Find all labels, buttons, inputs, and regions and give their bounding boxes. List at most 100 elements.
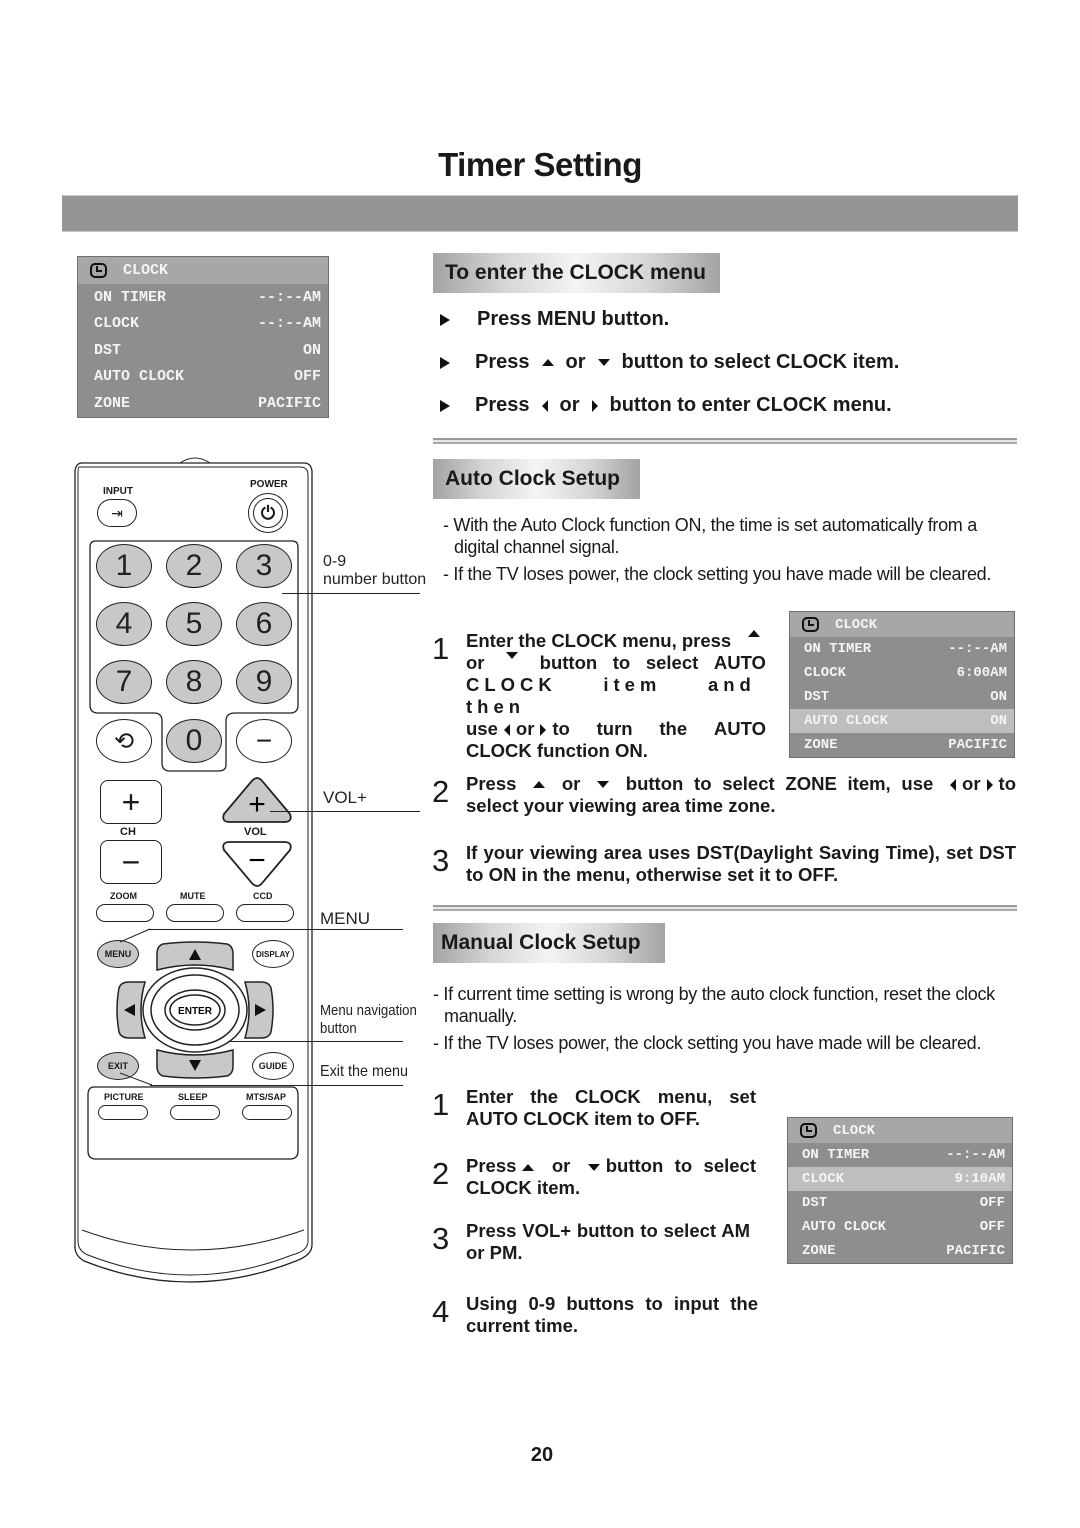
osd-clock-menu-auto: CLOCK ON TIMER --:--AM CLOCK 6:00AM DST ON AUT… (789, 611, 1015, 758)
osd-header: CLOCK (788, 1118, 1012, 1143)
osd-row-value: OFF (293, 368, 321, 386)
bullet-step: Press MENU button. (440, 308, 669, 331)
left-arrow-icon (541, 399, 548, 412)
bullet-text: Press (475, 394, 530, 416)
callout-text: Menu navigation (320, 1002, 417, 1019)
osd-menu-row: ON TIMER --:--AM (78, 284, 328, 311)
recall-button[interactable]: ⟲ (96, 719, 152, 763)
down-arrow-icon (597, 780, 610, 788)
ccd-button[interactable] (236, 904, 294, 922)
osd-header: CLOCK (78, 257, 328, 284)
digit-button-7[interactable]: 7 (96, 660, 152, 704)
osd-row-value: 9:10AM (954, 1171, 1005, 1187)
digit-button-5[interactable]: 5 (166, 602, 222, 646)
callout-text: 0-9 (323, 553, 347, 570)
note-line: - If the TV loses power, the clock setti… (443, 564, 992, 584)
osd-row-value: OFF (979, 1219, 1005, 1235)
osd-row-value: PACIFIC (946, 1243, 1005, 1259)
digit-button-1[interactable]: 1 (96, 544, 152, 588)
input-label: INPUT (103, 486, 133, 497)
note-line: - If the TV loses power, the clock setti… (433, 1033, 982, 1053)
callout-text: button (320, 1020, 357, 1037)
up-arrow-icon (748, 630, 760, 637)
vol-down-button[interactable]: − (220, 838, 294, 888)
osd-menu-row: AUTO CLOCK OFF (78, 364, 328, 391)
manual-step-2: 2 Press or button to select CLOCK item. (432, 1155, 758, 1199)
up-arrow-icon (533, 780, 546, 788)
osd-menu-row: CLOCK 9:10AM (788, 1167, 1012, 1191)
osd-header-label: CLOCK (123, 262, 169, 279)
step-text: Enter the CLOCK menu, set AUTO CLOCK ite… (466, 1086, 756, 1129)
zoom-button[interactable] (96, 904, 154, 922)
mute-label: MUTE (180, 891, 206, 901)
picture-label: PICTURE (104, 1092, 144, 1102)
mute-button[interactable] (166, 904, 224, 922)
osd-row-label: ZONE (802, 1243, 836, 1259)
osd-row-label: DST (804, 689, 830, 705)
mts-sap-label: MTS/SAP (246, 1092, 287, 1102)
vol-up-button[interactable]: + (220, 776, 294, 826)
osd-menu-row: DST ON (790, 685, 1014, 709)
bullet-text: or (565, 351, 586, 373)
ccd-label: CCD (253, 891, 273, 901)
callout-menu-label: MENU (320, 909, 371, 928)
minus-icon: − (248, 844, 266, 877)
digit-button-6[interactable]: 6 (236, 602, 292, 646)
left-arrow-icon (503, 724, 510, 737)
zoom-label: ZOOM (110, 891, 137, 901)
callout-leader-line (119, 1072, 153, 1086)
bullet-arrow-icon (440, 313, 450, 326)
ch-label: CH (120, 826, 136, 838)
digit-button-9[interactable]: 9 (236, 660, 292, 704)
page-number: 20 (530, 1444, 554, 1466)
osd-row-label: ZONE (94, 394, 131, 412)
osd-row-value: ON (302, 341, 321, 359)
osd-menu-row: ZONE PACIFIC (78, 390, 328, 417)
up-arrow-icon (522, 1163, 535, 1171)
step-text: Press VOL+ button to select AM or PM. (466, 1220, 750, 1263)
section-heading-manual-clock: Manual Clock Setup (433, 923, 665, 963)
callout-leader-line (148, 929, 403, 930)
ch-down-button[interactable]: − (100, 840, 162, 884)
guide-button[interactable]: GUIDE (252, 1052, 294, 1080)
callout-leader-line (282, 593, 420, 594)
step-text: Press or button to select ZONE item, use or to se… (466, 773, 1016, 816)
digit-button-2[interactable]: 2 (166, 544, 222, 588)
osd-row-value: --:--AM (257, 315, 321, 333)
sleep-button[interactable] (170, 1105, 220, 1120)
down-arrow-icon (506, 652, 519, 659)
clock-icon (800, 1123, 817, 1138)
dash-button[interactable]: − (236, 719, 292, 763)
callout-leader-line (270, 811, 420, 812)
ch-up-button[interactable]: + (100, 780, 162, 824)
input-button[interactable]: ⇥ (97, 499, 137, 527)
digit-button-4[interactable]: 4 (96, 602, 152, 646)
osd-menu-row: CLOCK --:--AM (78, 311, 328, 338)
note-line: - With the Auto Clock function ON, the t… (443, 515, 977, 535)
digit-button-8[interactable]: 8 (166, 660, 222, 704)
right-arrow-icon (540, 724, 547, 737)
note-line: - If current time setting is wrong by th… (433, 984, 995, 1004)
osd-row-label: ON TIMER (802, 1147, 870, 1163)
plus-icon: + (248, 788, 266, 821)
osd-menu-row: AUTO CLOCK OFF (788, 1215, 1012, 1239)
down-arrow-icon (587, 1163, 600, 1171)
power-button[interactable]: ⏻ (248, 493, 288, 533)
manual-step-1: 1 Enter the CLOCK menu, set AUTO CLOCK i… (432, 1086, 758, 1130)
note-line: manually. (444, 1006, 518, 1026)
title-bar (62, 195, 1018, 232)
osd-row-value: 6:00AM (956, 665, 1007, 681)
mts-sap-button[interactable] (242, 1105, 292, 1120)
digit-button-0[interactable]: 0 (166, 719, 222, 763)
section-heading-auto-clock: Auto Clock Setup (433, 459, 640, 499)
bullet-text: button to select CLOCK item. (621, 351, 900, 373)
picture-button[interactable] (98, 1105, 148, 1120)
osd-row-value: --:--AM (946, 1147, 1005, 1163)
osd-menu-row: ON TIMER --:--AM (788, 1143, 1012, 1167)
osd-menu-row: DST OFF (788, 1191, 1012, 1215)
osd-row-value: PACIFIC (257, 394, 321, 412)
digit-button-3[interactable]: 3 (236, 544, 292, 588)
clock-icon (802, 617, 819, 632)
osd-row-label: AUTO CLOCK (804, 713, 889, 729)
osd-menu-row: ZONE PACIFIC (790, 733, 1014, 757)
